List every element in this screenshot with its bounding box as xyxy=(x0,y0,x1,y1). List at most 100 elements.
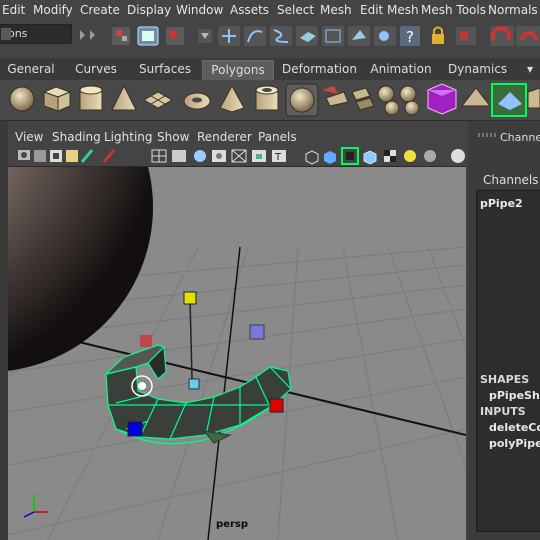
viewport-menu-renderer[interactable]: Renderer xyxy=(197,130,252,144)
menu-normals[interactable]: Normals xyxy=(488,3,538,17)
checker-icon xyxy=(384,150,396,162)
main-menu-bar: Edit Modify Create Display Window Assets… xyxy=(0,0,540,23)
mirror-icon xyxy=(491,83,527,117)
panel-grip-icon[interactable] xyxy=(478,133,496,137)
tab-channels[interactable]: Channels xyxy=(483,173,539,187)
tab-surfaces[interactable]: Surfaces xyxy=(134,60,196,79)
shelf-tab-bar: General Curves Surfaces Polygons Deforma… xyxy=(0,58,540,81)
bool-icon xyxy=(427,83,457,115)
manip-handle-x xyxy=(269,398,284,413)
wireframe-icon xyxy=(151,149,167,163)
two-d-pan-icon xyxy=(102,149,116,163)
menu-mesh[interactable]: Mesh xyxy=(320,3,352,17)
shapes-section-label: SHAPES xyxy=(480,373,530,386)
menu-create[interactable]: Create xyxy=(80,3,120,17)
tab-general[interactable]: General xyxy=(6,60,56,79)
shape-node-item[interactable]: pPipeSha xyxy=(489,389,540,402)
poly-pipe-icon xyxy=(255,85,279,111)
viewport-toolbar: T xyxy=(8,146,466,167)
viewport-menu-show[interactable]: Show xyxy=(157,130,189,144)
tab-dynamics[interactable]: Dynamics xyxy=(448,60,507,79)
menu-assets[interactable]: Assets xyxy=(230,3,269,17)
snap-grid-icon xyxy=(218,26,240,46)
uv-editor-icon xyxy=(527,87,540,109)
status-line-icons: ? xyxy=(80,26,540,46)
poly-sphere-icon xyxy=(9,86,35,112)
render-view-icon xyxy=(374,26,396,46)
poly-plane-icon xyxy=(142,91,174,109)
image-plane-icon xyxy=(66,150,78,162)
menu-window[interactable]: Window xyxy=(176,3,223,17)
viewport-menu-view[interactable]: View xyxy=(15,130,43,144)
axis-indicator-icon xyxy=(23,494,48,518)
viewport-menu-bar: View Shading Lighting Show Renderer Pane… xyxy=(8,128,466,146)
separate-icon xyxy=(351,87,375,111)
tab-deformation[interactable]: Deformation xyxy=(282,60,357,79)
menu-modify[interactable]: Modify xyxy=(33,3,73,17)
text-icon: T xyxy=(272,150,286,163)
poly-cylinder-icon xyxy=(79,85,103,111)
xray-joints-icon xyxy=(341,147,359,165)
shaded-icon xyxy=(194,150,206,162)
viewport-menu-panels[interactable]: Panels xyxy=(258,130,297,144)
menu-edit-mesh[interactable]: Edit Mesh xyxy=(360,3,419,17)
lock-camera-icon xyxy=(34,150,46,162)
collapse-arrow-icon xyxy=(90,30,95,40)
left-toolbox-edge xyxy=(0,121,8,540)
isolate-icon xyxy=(305,150,319,165)
channel-box-title: Channel xyxy=(500,131,540,144)
polygon-shelf xyxy=(0,80,540,121)
poly-torus-icon xyxy=(183,92,211,110)
menu-display[interactable]: Display xyxy=(127,3,171,17)
menu-mesh-tools[interactable]: Mesh Tools xyxy=(421,3,486,17)
fill-hole-icon xyxy=(460,87,492,107)
select-mode-icon xyxy=(456,27,476,45)
motion-blur-icon xyxy=(451,149,465,163)
input-node-item[interactable]: polyPipe2 xyxy=(489,437,540,450)
select-camera-icon xyxy=(18,150,30,160)
chevron-down-icon xyxy=(1,28,11,40)
xray-active-icon xyxy=(363,150,377,165)
scene-canvas[interactable]: persp xyxy=(8,167,466,540)
magnet-icon xyxy=(490,26,514,46)
manip-center-handle xyxy=(188,378,200,390)
svg-text:?: ? xyxy=(406,28,414,46)
manip-plane-handle-xz xyxy=(140,335,152,347)
manip-handle-y xyxy=(183,291,197,305)
xray-icon xyxy=(324,151,336,164)
snap-point-icon xyxy=(270,26,292,46)
poly-cube-icon xyxy=(42,86,72,112)
help-icon: ? xyxy=(400,26,420,46)
lock-icon xyxy=(432,26,444,44)
history-icon xyxy=(348,26,370,46)
menu-edit[interactable]: Edit xyxy=(2,3,25,17)
manip-plane-handle xyxy=(249,324,265,340)
snap-view-plane-icon xyxy=(296,26,318,46)
viewport-menu-shading[interactable]: Shading xyxy=(52,130,101,144)
smooth-shade-icon xyxy=(172,150,186,162)
poly-cone-icon xyxy=(111,84,137,111)
svg-text:T: T xyxy=(274,152,282,163)
bookmarks-icon xyxy=(50,150,62,162)
snap-curve-icon xyxy=(244,26,266,46)
poly-soccerball-icon xyxy=(285,83,319,117)
collapse-arrow-icon xyxy=(80,30,85,40)
extract-icon xyxy=(399,85,420,116)
use-all-lights-icon xyxy=(231,149,247,163)
poly-sphere-object[interactable] xyxy=(8,167,153,372)
manip-handle-z xyxy=(127,421,143,437)
perspective-viewport[interactable]: persp xyxy=(8,167,466,540)
camera-name-label: persp xyxy=(216,519,248,530)
selected-object-name[interactable]: pPipe2 xyxy=(480,197,523,210)
shelf-tab-overflow-icon[interactable]: ▾ xyxy=(520,60,540,79)
default-light-icon xyxy=(404,150,416,162)
tab-polygons[interactable]: Polygons xyxy=(202,60,274,80)
viewport-menu-lighting[interactable]: Lighting xyxy=(104,130,153,144)
tab-animation[interactable]: Animation xyxy=(370,60,432,79)
tab-curves[interactable]: Curves xyxy=(70,60,122,79)
symmetry-icon xyxy=(516,26,540,46)
menu-select[interactable]: Select xyxy=(277,3,314,17)
menu-set-dropdown[interactable]: gons xyxy=(0,24,72,44)
input-node-item[interactable]: deleteCo xyxy=(489,421,540,434)
ambient-occlusion-icon xyxy=(424,150,436,162)
